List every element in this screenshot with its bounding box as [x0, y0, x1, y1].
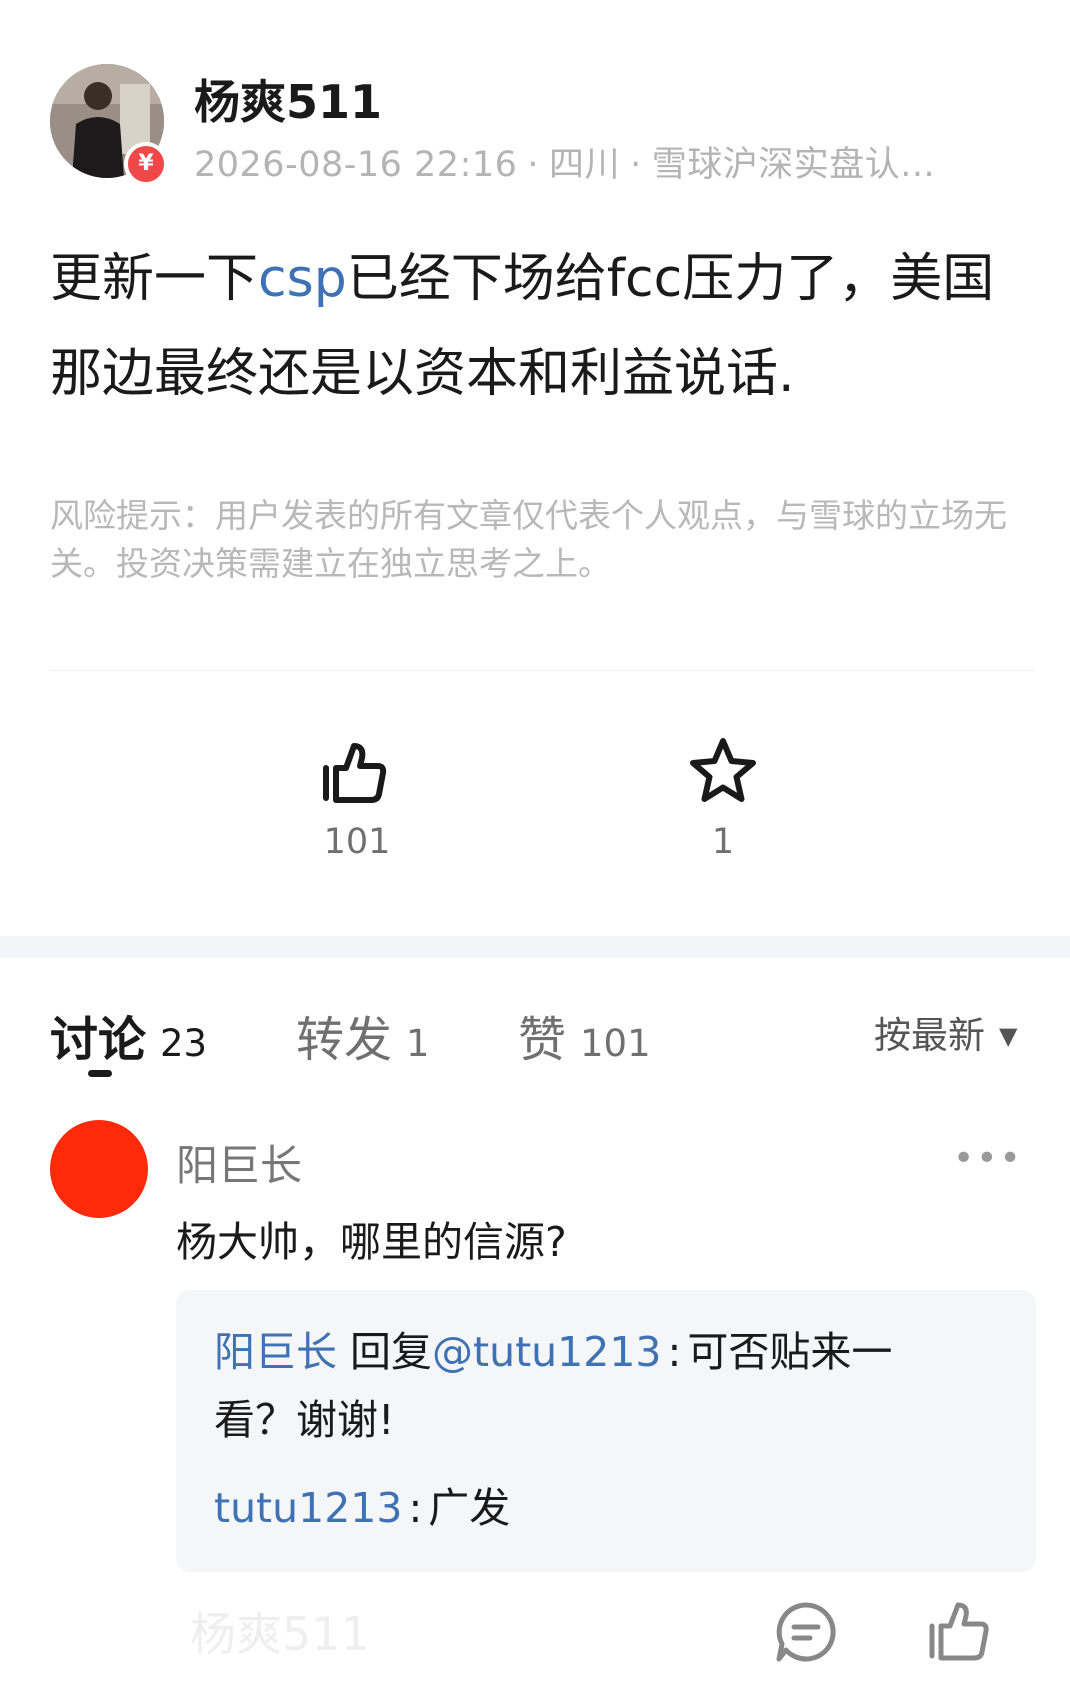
reply-item: 阳巨长 回复@tutu1213: 可否贴来一看？谢谢! — [214, 1318, 974, 1454]
like-count: 101 — [323, 822, 391, 862]
tab-label: 讨论 — [50, 1012, 147, 1068]
divider — [50, 670, 1035, 671]
author-verification[interactable]: 雪球沪深实盘认... — [652, 145, 935, 185]
post-stock-link[interactable]: csp — [258, 249, 347, 309]
active-tab-indicator — [88, 1070, 112, 1077]
colon: : — [408, 1484, 423, 1532]
tab-label: 转发 — [296, 1012, 393, 1068]
tab-forward[interactable]: 转发 1 — [296, 1000, 430, 1070]
post-location: 四川 — [549, 145, 621, 185]
post-time: 2026-08-16 22:16 — [194, 145, 518, 185]
more-options-icon[interactable]: ••• — [953, 1138, 1023, 1179]
commenter-avatar[interactable] — [50, 1120, 148, 1218]
commenter-name[interactable]: 阳巨长 — [176, 1132, 302, 1193]
sort-dropdown[interactable]: 按最新 ▼ — [874, 1005, 1017, 1059]
post-meta: 2026-08-16 22:16 · 四川 · 雪球沪深实盘认... — [194, 136, 935, 187]
reply-author[interactable]: 阳巨长 — [214, 1328, 337, 1376]
tab-label: 赞 — [518, 1012, 567, 1068]
tab-discussion[interactable]: 讨论 23 — [50, 1000, 207, 1070]
verified-badge: ¥ — [124, 142, 168, 186]
faded-username: 杨爽511 — [190, 1607, 370, 1661]
post-text: 更新一下 — [50, 249, 259, 309]
comment-icon[interactable] — [774, 1600, 838, 1664]
reply-mention[interactable]: @tutu1213 — [432, 1328, 661, 1376]
caret-down-icon: ▼ — [999, 1022, 1018, 1050]
reply-item: tutu1213: 广发 — [214, 1474, 974, 1542]
tab-count: 23 — [160, 1022, 208, 1065]
tab-likes[interactable]: 赞 101 — [518, 1000, 651, 1070]
star-icon[interactable] — [688, 736, 758, 806]
author-name[interactable]: 杨爽511 — [194, 66, 382, 132]
risk-notice: 风险提示：用户发表的所有文章仅代表个人观点，与雪球的立场无关。投资决策需建立在独… — [50, 496, 1007, 583]
reply-text: 广发 — [428, 1484, 511, 1532]
sort-label: 按最新 — [874, 1014, 985, 1057]
colon: : — [667, 1328, 682, 1376]
comment-like-icon[interactable] — [926, 1598, 992, 1664]
meta-separator: · — [630, 145, 642, 185]
section-separator — [0, 936, 1070, 958]
post-body: 更新一下csp已经下场给fcc压力了，美国那边最终还是以资本和利益说话. — [50, 232, 1040, 422]
meta-separator: · — [527, 145, 540, 185]
thumbs-up-icon[interactable] — [320, 738, 390, 808]
tab-count: 101 — [580, 1022, 651, 1065]
tab-count: 1 — [406, 1022, 430, 1065]
comment-text: 杨大帅，哪里的信源? — [176, 1218, 567, 1266]
reply-verb: 回复 — [350, 1328, 433, 1376]
reply-author[interactable]: tutu1213 — [214, 1484, 402, 1532]
favorite-count: 1 — [711, 822, 735, 862]
